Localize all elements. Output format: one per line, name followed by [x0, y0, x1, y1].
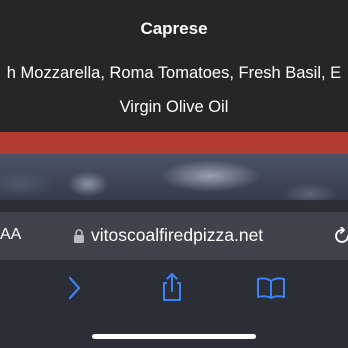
menu-item-description-line: Virgin Olive Oil [119, 98, 229, 116]
bookmarks-icon[interactable] [256, 276, 286, 300]
red-banner [0, 132, 348, 154]
menu-item-card: Caprese h Mozzarella, Roma Tomatoes, Fre… [0, 0, 348, 132]
url-text[interactable]: vitoscoalfiredpizza.net [91, 225, 263, 246]
text-size-button[interactable]: AA [0, 226, 21, 244]
reload-icon[interactable] [333, 227, 348, 245]
share-icon[interactable] [159, 272, 185, 302]
menu-item-title: Caprese [140, 19, 208, 38]
menu-item-description: h Mozzarella, Roma Tomatoes, Fresh Basil… [0, 56, 348, 124]
forward-icon[interactable] [64, 276, 84, 300]
home-indicator [92, 334, 256, 339]
lock-icon [74, 229, 84, 243]
menu-item-description-line: h Mozzarella, Roma Tomatoes, Fresh Basil… [6, 64, 342, 82]
